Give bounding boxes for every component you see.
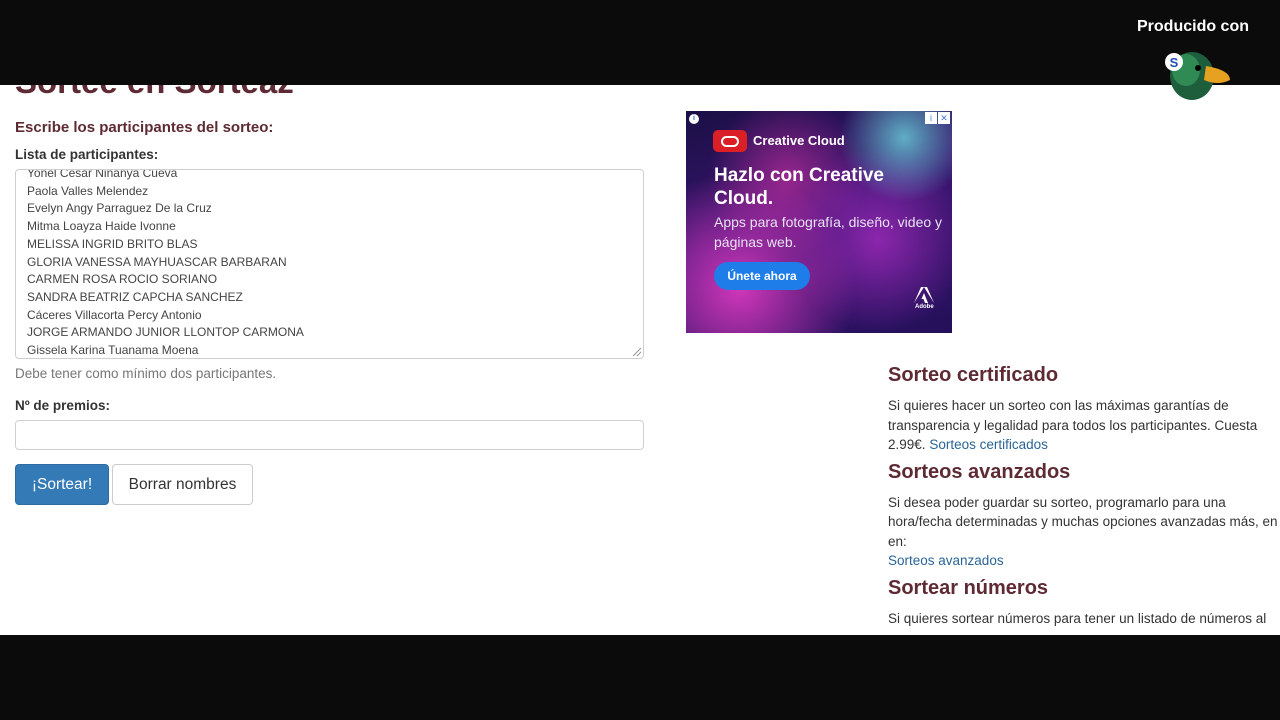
participant-line: Mitma Loayza Haide Ivonne: [27, 219, 176, 234]
clear-names-button[interactable]: Borrar nombres: [112, 464, 253, 505]
ad-cta-button[interactable]: Únete ahora: [714, 262, 810, 290]
participant-line: Paola Valles Melendez: [27, 183, 149, 198]
streamyard-logo-letter: S: [1170, 55, 1179, 70]
ad-body: Apps para fotografía, diseño, video y pá…: [714, 214, 943, 250]
streamyard-wordmark: StreamYard: [1128, 101, 1257, 128]
webpage: Sortee en Sorteaz Escribe los participan…: [0, 85, 1280, 635]
resize-handle-icon[interactable]: [633, 348, 641, 356]
numbers-heading: Sortear números: [888, 576, 1049, 599]
participants-heading: Escribe los participantes del sorteo:: [15, 119, 274, 136]
advanced-heading: Sorteos avanzados: [888, 460, 1071, 483]
participants-lines: Yonel Cesar Ninanya Cueva Paola Valles Me…: [27, 169, 304, 358]
advanced-section: Sorteos avanzados Si desea poder guardar…: [888, 459, 1280, 571]
participant-line: MELISSA INGRID BRITO BLAS: [27, 236, 198, 251]
certified-section: Sorteo certificado Si quieres hacer un s…: [888, 362, 1280, 455]
participant-line: SANDRA BEATRIZ CAPCHA SANCHEZ: [27, 289, 243, 304]
video-letterbox-bottom: [0, 635, 1280, 720]
ad-choices: i ✕: [925, 112, 950, 124]
participant-line: CARMEN ROSA ROCIO SORIANO: [27, 272, 218, 287]
ad-brand: Creative Cloud: [753, 133, 845, 148]
participant-line: GLORIA VANESSA MAYHUASCAR BARBARAN: [27, 254, 287, 269]
participant-line: Evelyn Angy Parraguez De la Cruz: [27, 201, 212, 216]
draw-button[interactable]: ¡Sortear!: [15, 464, 109, 505]
prizes-input[interactable]: [15, 420, 644, 450]
page-title: Sortee en Sorteaz: [15, 85, 294, 101]
certified-link[interactable]: Sorteos certificados: [929, 437, 1048, 452]
numbers-section: Sortear números Si quieres sortear númer…: [888, 575, 1280, 629]
creative-cloud-ad[interactable]: i i ✕ Creative Cloud Hazlo con Creative …: [686, 111, 952, 333]
video-letterbox-top: [0, 0, 1280, 85]
prizes-label: Nº de premios:: [15, 398, 110, 413]
participant-line: Gissela Karina Tuanama Moena: [27, 343, 199, 358]
adchoices-icon[interactable]: i: [925, 112, 937, 124]
participants-list-label: Lista de participantes:: [15, 147, 159, 162]
participant-line: Cáceres Villacorta Percy Antonio: [27, 307, 202, 322]
certified-text: Si quieres hacer un sorteo con las máxim…: [888, 396, 1280, 455]
participant-line: JORGE ARMANDO JUNIOR LLONTOP CARMONA: [27, 325, 304, 340]
participants-textarea[interactable]: Yonel Cesar Ninanya Cueva Paola Valles Me…: [15, 169, 644, 359]
right-sidebar: Sorteo certificado Si quieres hacer un s…: [888, 362, 1280, 632]
certified-heading: Sorteo certificado: [888, 364, 1059, 386]
ad-headline: Hazlo con Creative Cloud.: [714, 165, 884, 209]
ad-close-icon[interactable]: ✕: [938, 112, 950, 124]
advanced-link[interactable]: Sorteos avanzados: [888, 553, 1004, 568]
streamyard-duck-icon: S: [1165, 52, 1230, 100]
advanced-text: Si desea poder guardar su sorteo, progra…: [888, 494, 1278, 549]
numbers-text: Si quieres sortear números para tener un…: [888, 610, 1267, 626]
produced-with-label: Producido con: [1137, 18, 1249, 35]
participant-line: Yonel Cesar Ninanya Cueva: [27, 169, 178, 180]
participants-help-text: Debe tener como mínimo dos participantes…: [15, 366, 277, 381]
creative-cloud-logo-icon: [713, 130, 747, 152]
ad-info-icon[interactable]: i: [689, 114, 699, 124]
adobe-label: Adobe: [915, 304, 934, 310]
adobe-logo-icon: [914, 287, 934, 303]
